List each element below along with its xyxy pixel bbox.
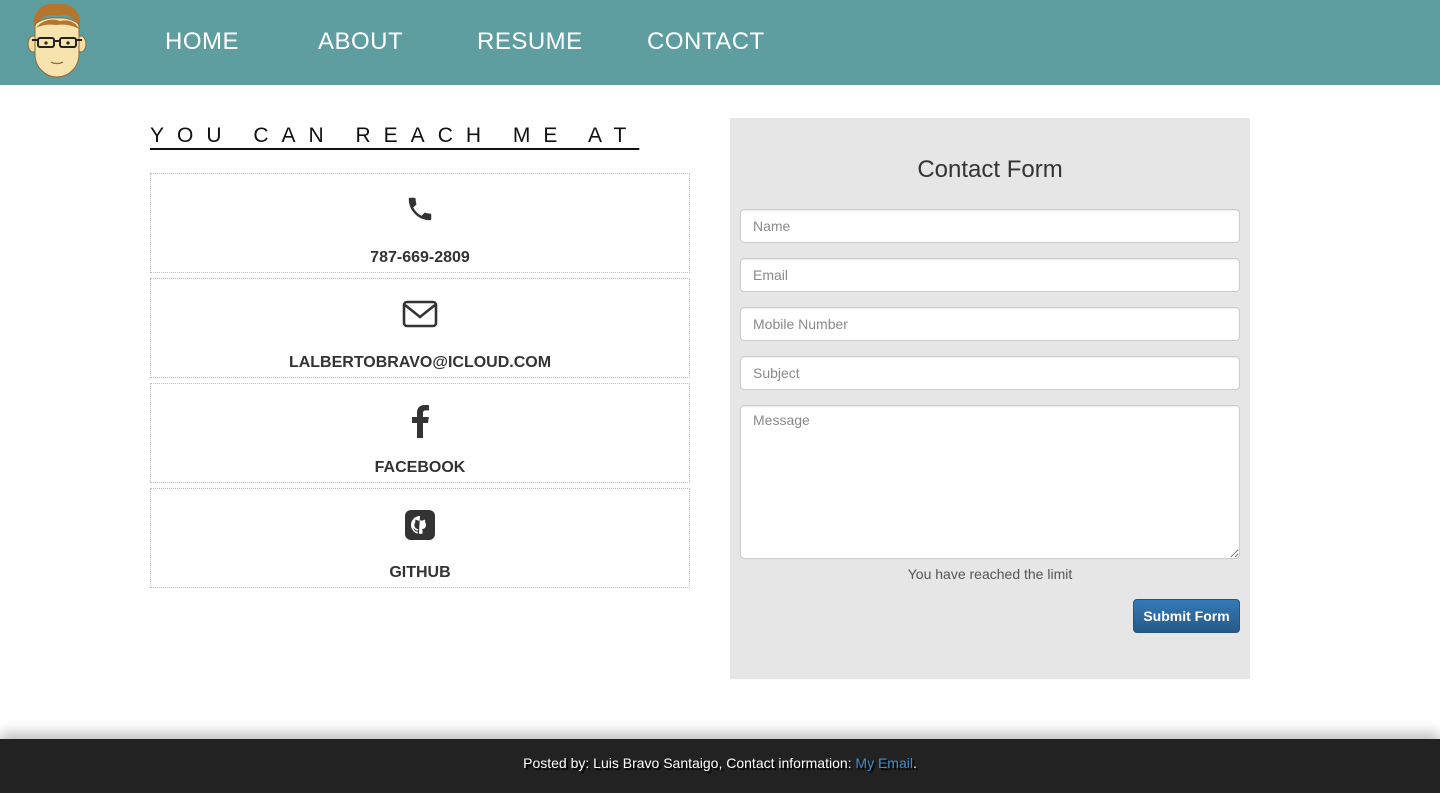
envelope-icon [151,299,689,333]
footer-credit-text: Posted by: Luis Bravo Santaigo, Contact … [523,755,856,771]
github-icon [151,509,689,543]
email-address-label: LALBERTOBRAVO@ICLOUD.COM [288,354,552,371]
footer-period: . [912,755,917,771]
page-footer: Posted by: Luis Bravo Santaigo, Contact … [0,739,1440,793]
footer-email-link[interactable]: My Email [855,755,913,771]
email-input[interactable] [740,258,1240,292]
nav-home-link[interactable]: HOME [165,28,239,56]
contact-form-panel: Contact Form You have reached the limit … [730,118,1250,679]
nav-about-link[interactable]: ABOUT [318,28,403,56]
facebook-card[interactable]: FACEBOOK [150,383,690,483]
nav-resume-link[interactable]: RESUME [477,28,583,56]
contact-form-title: Contact Form [917,156,1063,183]
facebook-icon [151,404,689,438]
github-card[interactable]: GITHUB [150,488,690,588]
message-textarea[interactable] [740,405,1240,559]
email-card[interactable]: LALBERTOBRAVO@ICLOUD.COM [150,278,690,378]
nav-contact-link[interactable]: CONTACT [647,28,765,56]
reach-me-heading: YOU CAN REACH ME AT [150,124,640,147]
github-label: GITHUB [389,564,451,581]
phone-icon [151,194,689,228]
phone-number-label: 787-669-2809 [370,249,470,266]
mobile-number-input[interactable] [740,307,1240,341]
phone-card[interactable]: 787-669-2809 [150,173,690,273]
name-input[interactable] [740,209,1240,243]
facebook-label: FACEBOOK [374,459,466,476]
subject-input[interactable] [740,356,1240,390]
character-limit-message: You have reached the limit [907,566,1073,582]
footer-credit: Posted by: Luis Bravo Santaigo, Contact … [0,755,1440,771]
submit-form-button[interactable]: Submit Form [1133,599,1240,633]
avatar-logo-icon[interactable] [26,2,88,80]
top-navbar: HOME ABOUT RESUME CONTACT [0,0,1440,85]
